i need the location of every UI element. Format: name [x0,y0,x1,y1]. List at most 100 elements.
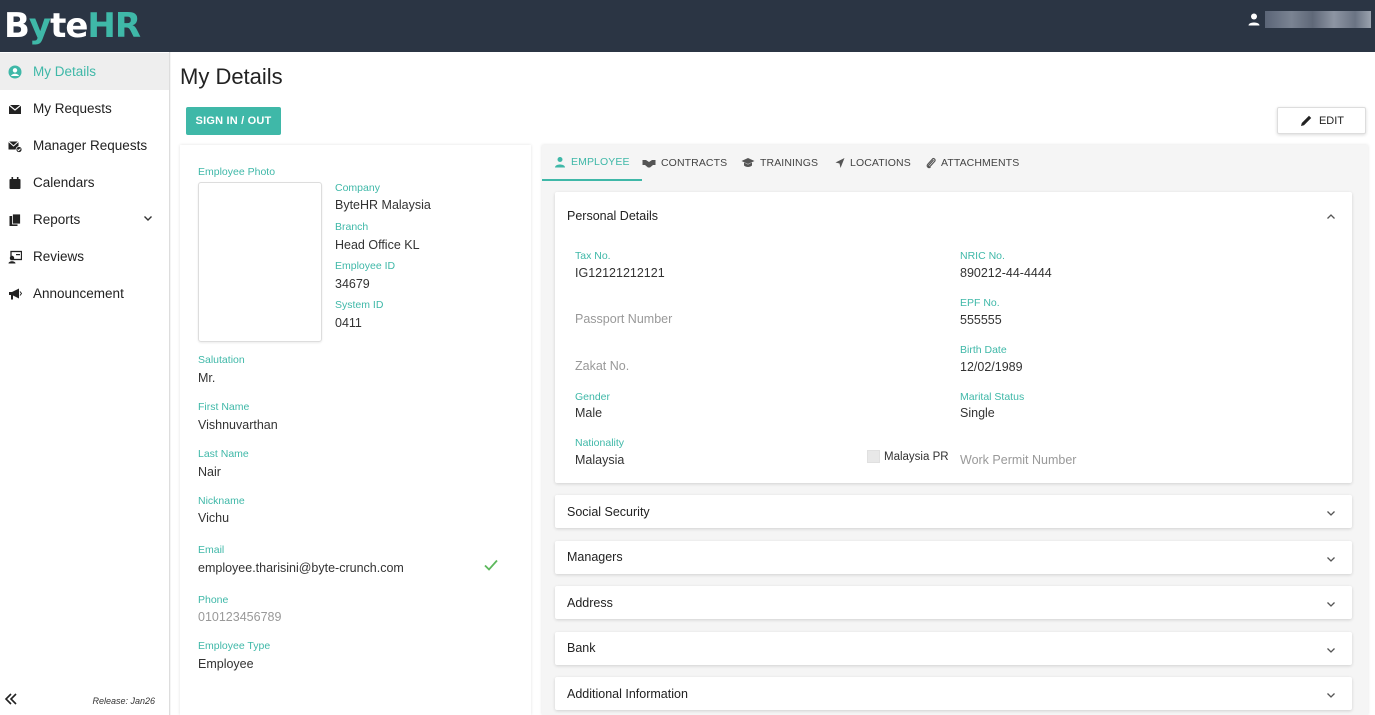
branch-label: Branch [335,221,369,233]
company-label: Company [335,182,380,194]
epf-value: 555555 [960,313,1002,327]
sidebar-item-reports[interactable]: Reports [0,201,169,238]
tab-contracts[interactable]: CONTRACTS [642,145,727,181]
gender-label: Gender [575,391,611,403]
malaysia-pr-label: Malaysia PR [884,451,949,463]
bullhorn-icon [8,287,22,301]
edit-button-label: EDIT [1318,114,1345,127]
tab-label: TRAININGS [760,157,819,169]
sidebar-item-announcement[interactable]: Announcement [0,275,169,312]
tax-no-label: Tax No. [575,250,611,262]
birth-date-label: Birth Date [960,344,1007,356]
sidebar-item-my-requests[interactable]: My Requests [0,90,169,127]
tab-label: EMPLOYEE [571,156,630,168]
panel-title: Additional Information [567,687,688,701]
epf-label: EPF No. [960,297,1000,309]
address-panel[interactable]: Address [555,586,1352,619]
panel-title: Bank [567,641,596,655]
first-name-label: First Name [198,401,250,413]
graduation-cap-icon [741,158,755,167]
chevron-down-icon [1327,648,1335,653]
user-menu[interactable] [1247,10,1371,28]
branch-value: Head Office KL [335,238,420,252]
tab-label: CONTRACTS [661,157,728,169]
tab-attachments[interactable]: ATTACHMENTS [926,145,1019,181]
phone-value: 010123456789 [198,610,282,624]
tab-label: ATTACHMENTS [941,157,1020,169]
envelope-icon [8,102,22,116]
first-name-value: Vishnuvarthan [198,418,278,432]
employee-id-label: Employee ID [335,260,396,272]
salutation-value: Mr. [198,371,216,385]
company-value: ByteHR Malaysia [335,198,431,212]
tab-bar: EMPLOYEE CONTRACTS TRAININGS LOCATIONS A… [542,145,1368,182]
user-circle-icon [8,65,22,79]
salutation-label: Salutation [198,354,245,366]
main-content: My Details SIGN IN / OUT EDIT Employee P… [171,52,1375,715]
paperclip-icon [926,157,936,169]
marital-status-label: Marital Status [960,391,1025,403]
sidebar-item-label: Announcement [33,286,124,301]
sign-in-out-button[interactable]: SIGN IN / OUT [186,107,281,135]
tab-employee[interactable]: EMPLOYEE [542,145,642,181]
sidebar-item-reviews[interactable]: Reviews [0,238,169,275]
nickname-value: Vichu [198,511,230,525]
top-bar: ByteHR [0,0,1375,52]
calendar-icon [8,176,22,190]
chevron-down-icon [1327,693,1335,698]
bank-panel[interactable]: Bank [555,632,1352,665]
release-version: Release: Jan26 [92,696,155,706]
chevron-down-icon [1327,557,1335,562]
sidebar-item-label: Reports [33,212,81,227]
nric-label: NRIC No. [960,250,1005,262]
sidebar: My Details My Requests Manager Requests … [0,52,170,715]
sidebar-item-calendars[interactable]: Calendars [0,164,169,201]
sidebar-item-manager-requests[interactable]: Manager Requests [0,127,169,164]
edit-button[interactable]: EDIT [1277,107,1366,134]
sidebar-item-label: Calendars [33,175,95,190]
pencil-icon [1300,115,1312,126]
employee-id-value: 34679 [335,277,370,291]
personal-details-panel: Personal Details Tax No. IG12121212121 N… [555,192,1352,483]
employee-details-card: EMPLOYEE CONTRACTS TRAININGS LOCATIONS A… [542,145,1368,715]
user-icon [1248,13,1260,26]
bytehr-logo[interactable]: ByteHR [4,4,141,48]
system-id-label: System ID [335,299,384,311]
malaysia-pr-checkbox[interactable] [867,450,880,463]
sidebar-item-my-details[interactable]: My Details [0,53,169,90]
sidebar-footer: Release: Jan26 [0,685,169,715]
email-label: Email [198,544,225,556]
tab-label: LOCATIONS [850,157,911,169]
collapse-sidebar-icon[interactable] [4,692,18,706]
tax-no-value: IG12121212121 [575,266,665,280]
copy-icon [8,213,22,227]
tab-locations[interactable]: LOCATIONS [835,145,911,181]
panel-title: Social Security [567,505,650,519]
birth-date-value: 12/02/1989 [960,360,1023,374]
user-icon [555,157,565,168]
social-security-panel[interactable]: Social Security [555,495,1352,528]
nric-value: 890212-44-4444 [960,266,1052,280]
passport-number-field: Passport Number [575,312,673,326]
user-name-redacted [1265,10,1371,28]
page-title: My Details [180,64,283,89]
sidebar-item-label: Reviews [33,249,85,264]
chevron-down-icon [1327,602,1335,607]
photo-label: Employee Photo [198,166,276,178]
system-id-value: 0411 [335,316,362,330]
employee-photo[interactable] [198,182,322,342]
last-name-label: Last Name [198,448,249,460]
phone-label: Phone [198,594,229,606]
email-value: employee.tharisini@byte-crunch.com [198,561,404,575]
additional-information-panel[interactable]: Additional Information [555,677,1352,710]
panel-title[interactable]: Personal Details [567,209,658,223]
chevron-up-icon[interactable] [1326,212,1336,222]
nickname-label: Nickname [198,495,245,507]
check-icon [484,559,498,571]
sidebar-item-label: My Requests [33,101,112,116]
envelope-check-icon [8,139,22,153]
sidebar-item-label: Manager Requests [33,138,148,153]
managers-panel[interactable]: Managers [555,541,1352,574]
tab-trainings[interactable]: TRAININGS [741,145,818,181]
gender-value: Male [575,406,603,420]
